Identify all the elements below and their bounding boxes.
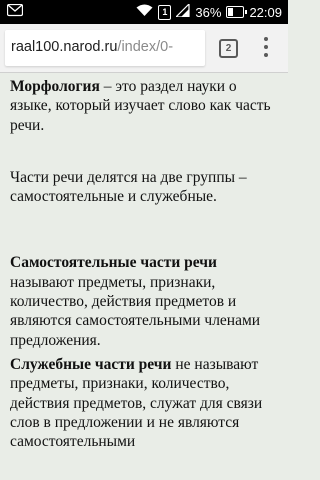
battery-level-fill — [228, 8, 234, 16]
status-bar: 1 36% 22:09 — [0, 0, 288, 24]
notification-icon — [6, 3, 24, 21]
article-content: Морфология – это раздел науки о языке, к… — [10, 77, 282, 451]
term-function-parts: Служебные части речи — [10, 355, 172, 373]
term-morphology: Морфология — [10, 78, 100, 95]
sim-icon: 1 — [158, 4, 172, 20]
url-path: /index/0- — [117, 39, 174, 55]
url-host: raal100.narod.ru — [11, 39, 118, 55]
paragraph-morphology: Морфология – это раздел науки о языке, к… — [10, 77, 282, 135]
paragraph-parts-of-speech: Части речи делятся на две группы – самос… — [10, 168, 247, 206]
address-bar[interactable]: raal100.narod.ru/index/0- — [5, 30, 205, 66]
url-text: raal100.narod.ru/index/0- — [11, 39, 173, 55]
term-independent-parts: Самостоятельные части речи — [10, 254, 217, 272]
tab-switcher-button[interactable]: 2 — [219, 39, 238, 58]
battery-icon — [226, 6, 248, 18]
wifi-icon — [136, 4, 153, 20]
overflow-menu-icon[interactable] — [258, 36, 274, 58]
paragraph-function-parts: Служебные части речи не называют предмет… — [10, 355, 282, 451]
signal-icon — [174, 2, 191, 20]
definition-independent-parts: называют предметы, признаки, количество,… — [10, 273, 261, 349]
battery-percent: 36% — [195, 4, 222, 20]
paragraph-independent-parts: Самостоятельные части речи называют пред… — [10, 253, 282, 349]
browser-toolbar: raal100.narod.ru/index/0- 2 — [0, 24, 288, 73]
clock: 22:09 — [249, 4, 282, 20]
